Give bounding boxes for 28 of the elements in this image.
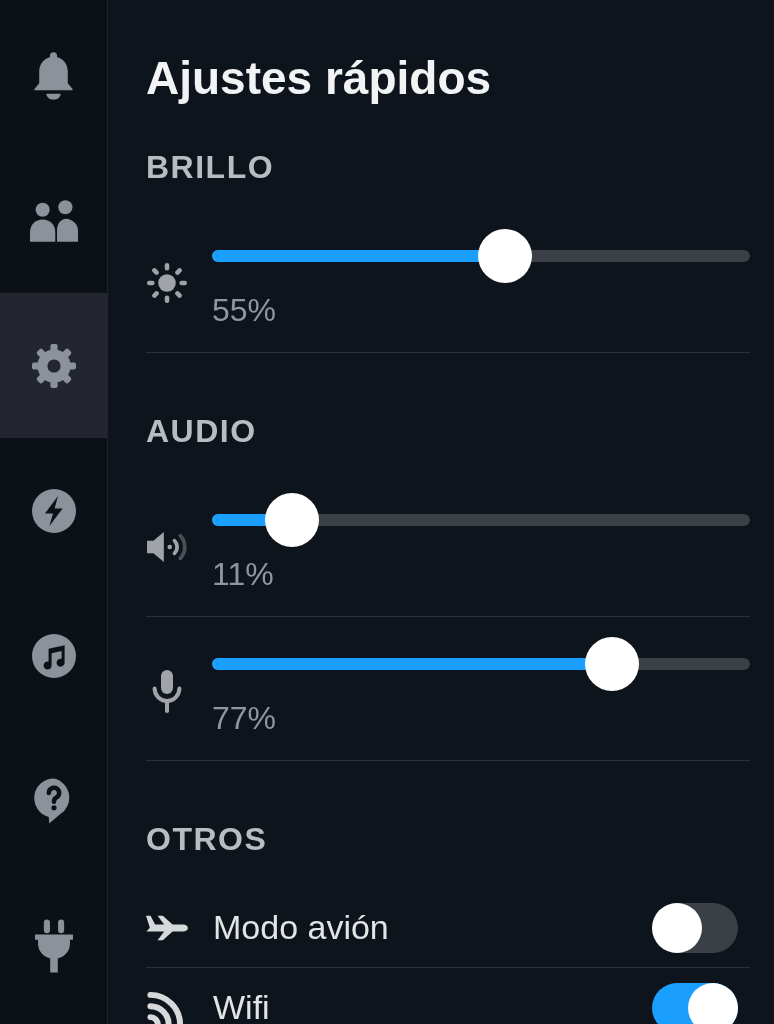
airplane-icon (146, 914, 188, 941)
slider-value: 11% (212, 556, 275, 592)
gear-icon (31, 343, 76, 388)
speaker-icon (146, 531, 188, 563)
sidebar-tab[interactable] (0, 293, 107, 438)
sun-icon (147, 263, 187, 303)
slider-track[interactable] (212, 514, 750, 526)
slider-thumb[interactable] (265, 493, 320, 547)
microphone-icon (152, 669, 182, 713)
people-icon (29, 199, 78, 242)
toggle-switch[interactable] (652, 982, 738, 1024)
slider-track[interactable] (212, 658, 750, 670)
bell-icon (32, 50, 75, 101)
panel-title: Ajustes rápidos (146, 51, 493, 106)
section-heading: OTROS (146, 820, 269, 859)
slider-value: 77% (212, 700, 278, 736)
music-note-icon (31, 633, 76, 678)
slider-track[interactable] (212, 250, 750, 262)
toggle-label: Modo avión (213, 907, 389, 948)
toggle-switch[interactable] (652, 902, 738, 953)
slider-thumb[interactable] (478, 229, 533, 283)
toggle-label: Wifi (213, 987, 270, 1024)
plug-icon (34, 918, 73, 973)
section-heading: AUDIO (146, 412, 258, 451)
slider-thumb[interactable] (584, 637, 639, 691)
section-heading: BRILLO (146, 148, 276, 187)
slider-value: 55% (212, 292, 278, 328)
lightning-bolt-icon (31, 488, 76, 533)
